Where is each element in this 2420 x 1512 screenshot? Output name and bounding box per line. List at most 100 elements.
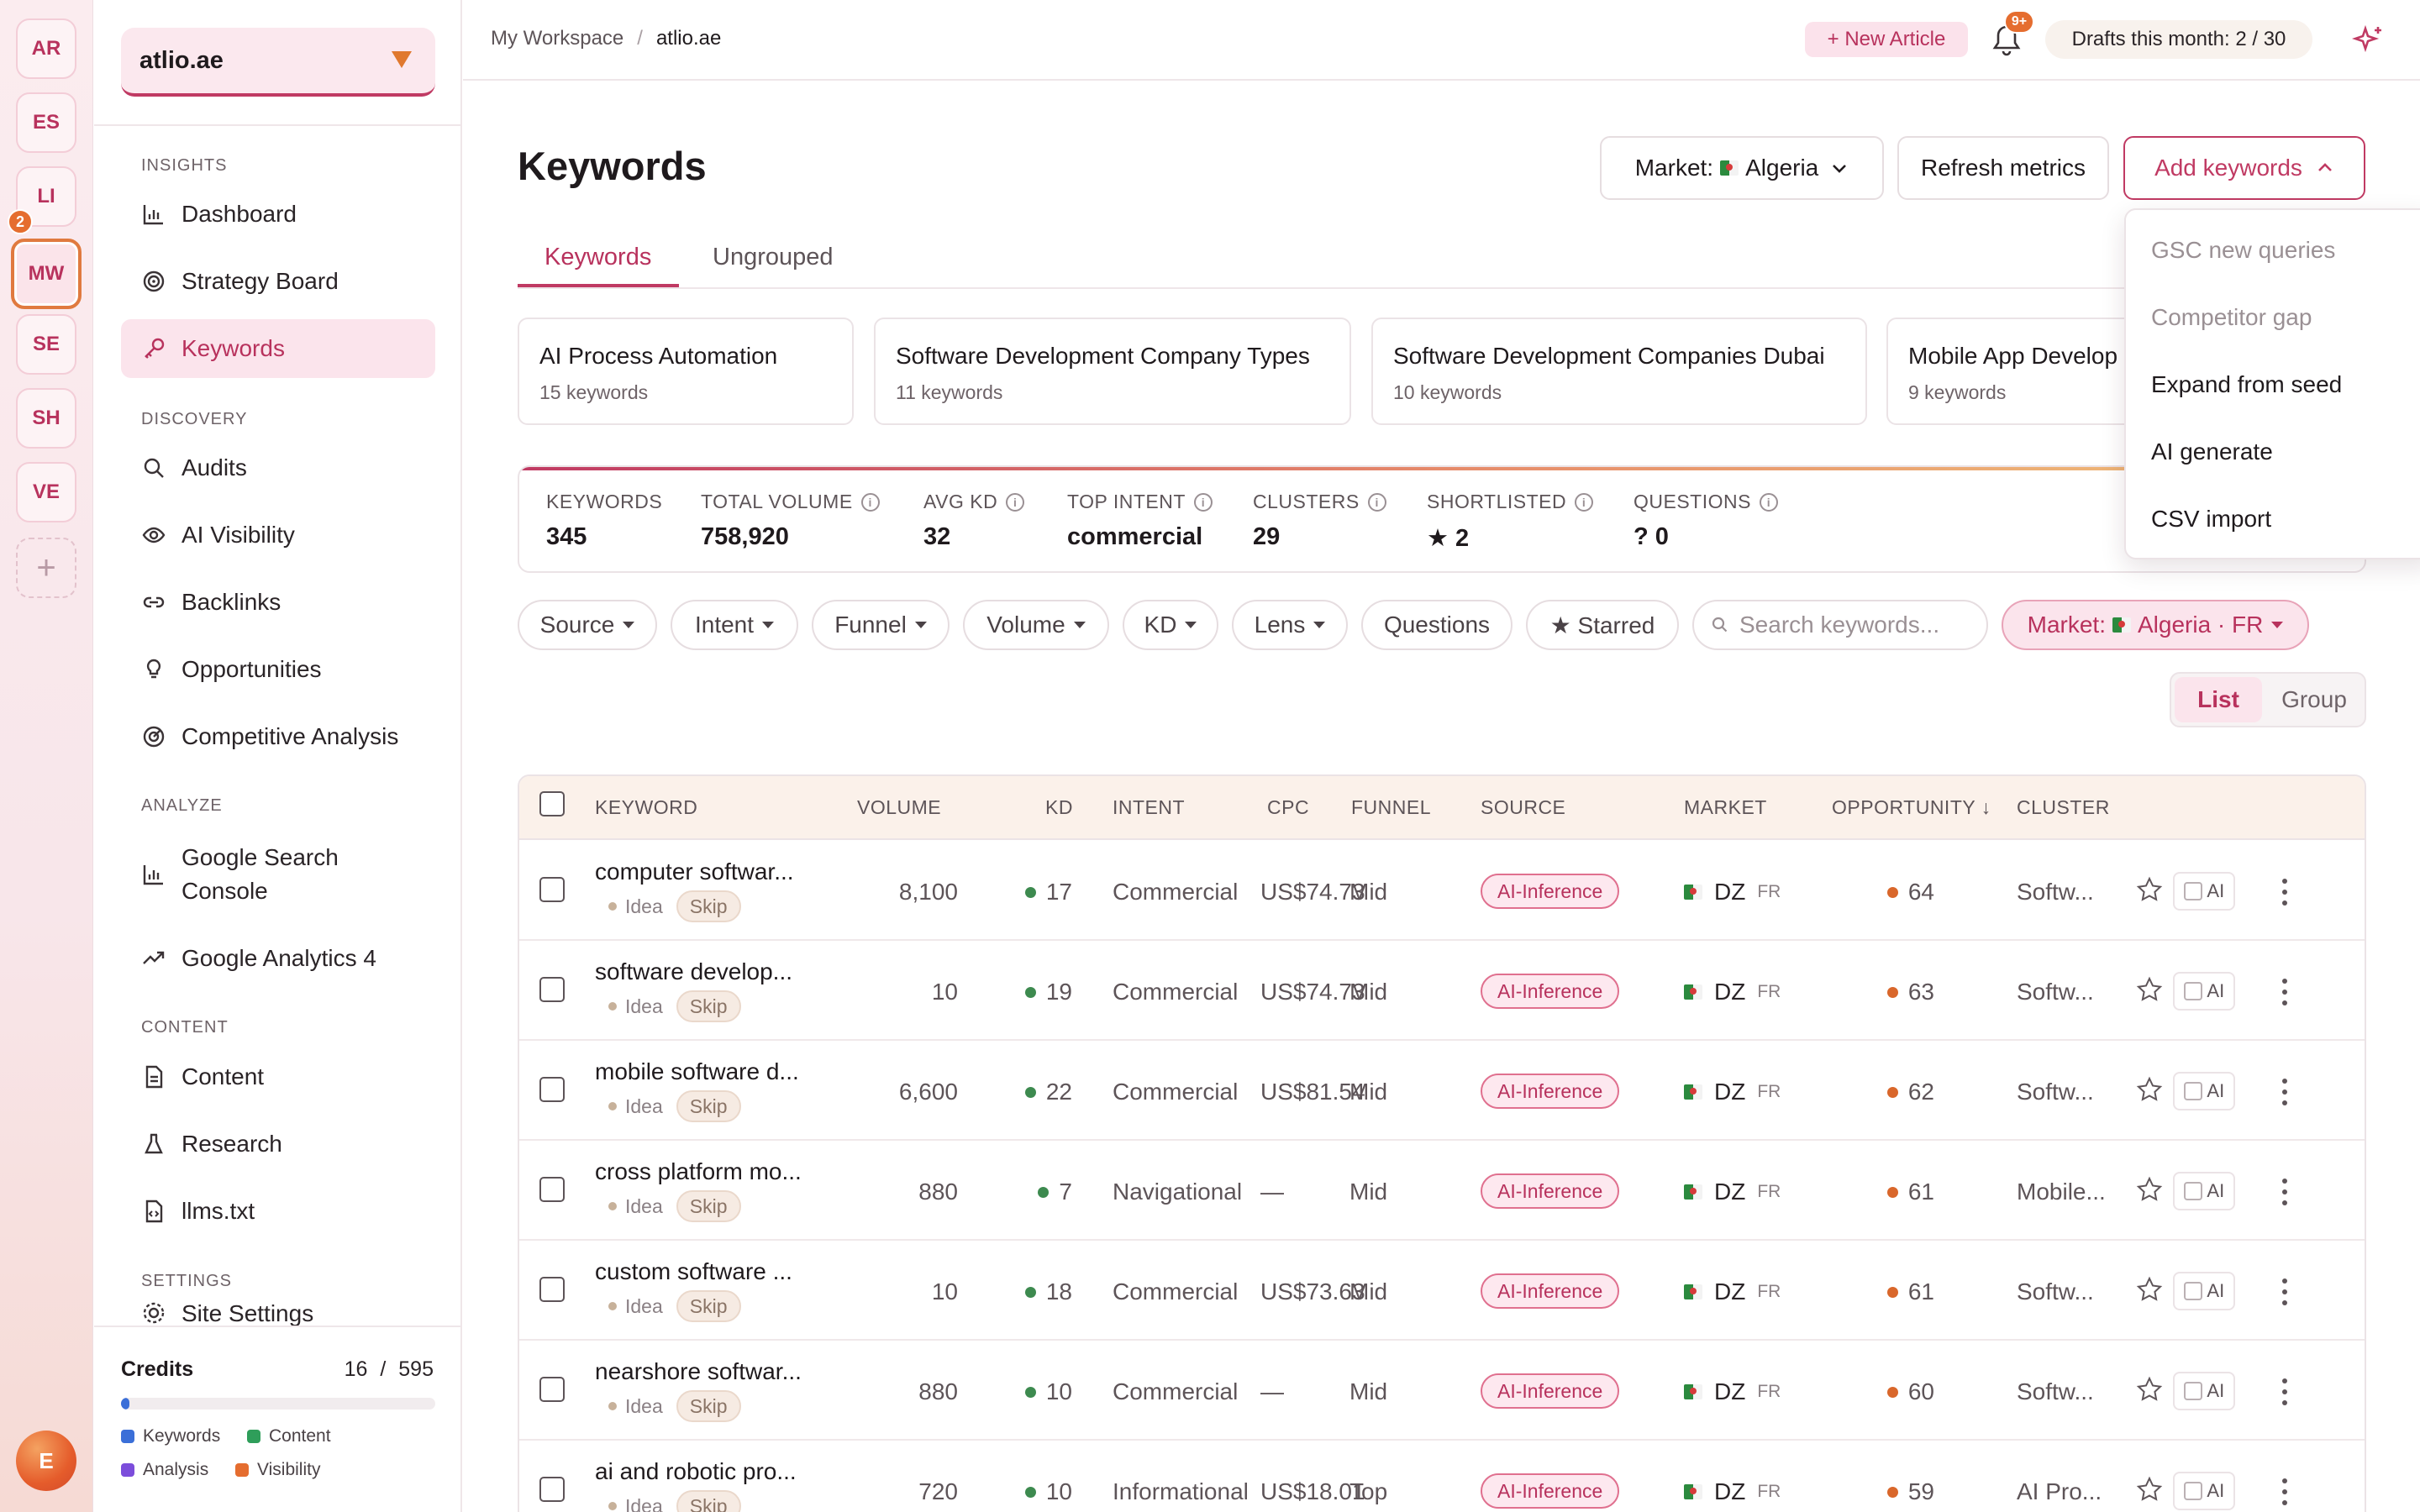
cluster-card[interactable]: Software Development Companies Dubai 10 k… xyxy=(1371,318,1867,425)
filter-questions[interactable]: Questions xyxy=(1361,600,1512,650)
market-filter-chip[interactable]: Market: Algeria · FR xyxy=(2002,600,2309,650)
more-options-icon[interactable] xyxy=(2279,1375,2291,1409)
row-checkbox[interactable] xyxy=(539,1477,565,1502)
skip-button[interactable]: Skip xyxy=(676,1390,741,1422)
table-row[interactable]: computer softwar... Idea Skip 8,100 17 Commer… xyxy=(519,842,2365,941)
sidebar-item-llms-txt[interactable]: llms.txt xyxy=(121,1182,435,1241)
skip-button[interactable]: Skip xyxy=(676,1290,741,1322)
row-checkbox[interactable] xyxy=(539,1377,565,1402)
more-options-icon[interactable] xyxy=(2279,1075,2291,1109)
ai-checkbox[interactable] xyxy=(2183,1382,2202,1400)
sidebar-item-research[interactable]: Research xyxy=(121,1115,435,1173)
row-checkbox[interactable] xyxy=(539,877,565,902)
ai-checkbox[interactable] xyxy=(2183,982,2202,1000)
skip-button[interactable]: Skip xyxy=(676,1190,741,1222)
workspace-sh[interactable]: SH xyxy=(16,388,76,449)
header-market[interactable]: MARKET xyxy=(1684,796,1767,819)
star-icon[interactable] xyxy=(2135,1475,2164,1504)
table-row[interactable]: cross platform mo... Idea Skip 880 7 Navigati… xyxy=(519,1142,2365,1241)
ai-toggle[interactable]: AI xyxy=(2173,1472,2235,1510)
table-row[interactable]: nearshore softwar... Idea Skip 880 10 Commerc… xyxy=(519,1341,2365,1441)
filter-kd[interactable]: KD xyxy=(1123,600,1218,650)
sidebar-item-audits[interactable]: Audits xyxy=(121,438,435,497)
ai-checkbox[interactable] xyxy=(2183,1282,2202,1300)
breadcrumb-root[interactable]: My Workspace xyxy=(491,27,623,50)
menu-item-competitor-gap[interactable]: Competitor gap xyxy=(2151,304,2312,331)
sidebar-item-site-settings[interactable]: Site Settings xyxy=(121,1300,435,1326)
cluster-card[interactable]: Mobile App Develop 9 keywords xyxy=(1886,318,2139,425)
info-icon[interactable]: i xyxy=(1575,492,1594,512)
info-icon[interactable]: i xyxy=(860,492,880,512)
tab-keywords[interactable]: Keywords xyxy=(544,244,651,271)
sidebar-item-ai-visibility[interactable]: AI Visibility xyxy=(121,506,435,564)
cluster-value[interactable]: AI Pro... xyxy=(2017,1478,2102,1505)
header-volume[interactable]: VOLUME xyxy=(857,796,941,819)
ai-checkbox[interactable] xyxy=(2183,882,2202,900)
header-intent[interactable]: INTENT xyxy=(1113,796,1185,819)
filter-funnel[interactable]: Funnel xyxy=(812,600,950,650)
info-icon[interactable]: i xyxy=(1367,492,1386,512)
add-workspace-button[interactable]: + xyxy=(16,538,76,598)
ai-toggle[interactable]: AI xyxy=(2173,1172,2235,1210)
workspace-ar[interactable]: AR xyxy=(16,18,76,79)
tab-ungrouped[interactable]: Ungrouped xyxy=(713,244,834,271)
row-checkbox[interactable] xyxy=(539,1177,565,1202)
cluster-card[interactable]: Software Development Company Types 11 key… xyxy=(874,318,1351,425)
menu-item-ai-generate[interactable]: AI generate xyxy=(2151,438,2273,465)
cluster-value[interactable]: Softw... xyxy=(2017,1079,2094,1105)
market-select[interactable]: Market: Algeria xyxy=(1600,136,1884,200)
header-kd[interactable]: KD xyxy=(1045,796,1073,819)
star-icon[interactable] xyxy=(2135,1175,2164,1204)
ai-toggle[interactable]: AI xyxy=(2173,872,2235,911)
sidebar-item-backlinks[interactable]: Backlinks xyxy=(121,573,435,632)
select-all-checkbox[interactable] xyxy=(539,791,565,816)
ai-toggle[interactable]: AI xyxy=(2173,1372,2235,1410)
more-options-icon[interactable] xyxy=(2279,1275,2291,1309)
star-icon[interactable] xyxy=(2135,1275,2164,1304)
keyword-text[interactable]: nearshore softwar... xyxy=(595,1358,802,1385)
table-row[interactable]: software develop... Idea Skip 10 19 Commercia… xyxy=(519,942,2365,1041)
sidebar-item-keywords[interactable]: Keywords xyxy=(121,319,435,378)
table-row[interactable]: custom software ... Idea Skip 10 18 Commercia… xyxy=(519,1242,2365,1341)
menu-item-gsc-new-queries[interactable]: GSC new queries xyxy=(2151,237,2335,264)
sidebar-item-google-analytics-4[interactable]: Google Analytics 4 xyxy=(121,929,435,988)
info-icon[interactable]: i xyxy=(1193,492,1213,512)
sidebar-item-strategy-board[interactable]: Strategy Board xyxy=(121,252,435,311)
info-icon[interactable]: i xyxy=(1759,492,1778,512)
sidebar-item-opportunities[interactable]: Opportunities xyxy=(121,640,435,699)
cluster-card[interactable]: AI Process Automation 15 keywords xyxy=(518,318,854,425)
site-selector[interactable]: atlio.ae xyxy=(121,28,435,97)
table-row[interactable]: ai and robotic pro... Idea Skip 720 10 Inform… xyxy=(519,1441,2365,1512)
add-keywords-button[interactable]: Add keywords xyxy=(2123,136,2365,200)
star-icon[interactable] xyxy=(2135,1075,2164,1104)
filter-intent[interactable]: Intent xyxy=(671,600,798,650)
star-icon[interactable] xyxy=(2135,875,2164,904)
filter-volume[interactable]: Volume xyxy=(963,600,1109,650)
header-source[interactable]: SOURCE xyxy=(1481,796,1565,819)
keyword-text[interactable]: cross platform mo... xyxy=(595,1158,802,1185)
header-cpc[interactable]: CPC xyxy=(1267,796,1309,819)
user-avatar[interactable]: E xyxy=(16,1431,76,1491)
header-keyword[interactable]: KEYWORD xyxy=(595,796,697,819)
sidebar-item-google-search-console[interactable]: Google Search Console xyxy=(121,837,435,912)
cluster-value[interactable]: Softw... xyxy=(2017,1278,2094,1305)
row-checkbox[interactable] xyxy=(539,1077,565,1102)
menu-item-expand-from-seed[interactable]: Expand from seed xyxy=(2151,371,2342,398)
header-cluster[interactable]: CLUSTER xyxy=(2017,796,2110,819)
table-row[interactable]: mobile software d... Idea Skip 6,600 22 Comme… xyxy=(519,1042,2365,1141)
workspace-es[interactable]: ES xyxy=(16,92,76,153)
star-icon[interactable] xyxy=(2135,975,2164,1004)
star-icon[interactable] xyxy=(2135,1375,2164,1404)
ai-checkbox[interactable] xyxy=(2183,1182,2202,1200)
workspace-ve[interactable]: VE xyxy=(16,462,76,522)
skip-button[interactable]: Skip xyxy=(676,1490,741,1512)
info-icon[interactable]: i xyxy=(1006,492,1025,512)
more-options-icon[interactable] xyxy=(2279,975,2291,1009)
filter-starred[interactable]: ★ Starred xyxy=(1526,600,1679,650)
ai-checkbox[interactable] xyxy=(2183,1082,2202,1100)
keyword-text[interactable]: software develop... xyxy=(595,958,792,985)
ai-checkbox[interactable] xyxy=(2183,1482,2202,1500)
cluster-value[interactable]: Softw... xyxy=(2017,979,2094,1005)
skip-button[interactable]: Skip xyxy=(676,990,741,1022)
row-checkbox[interactable] xyxy=(539,977,565,1002)
